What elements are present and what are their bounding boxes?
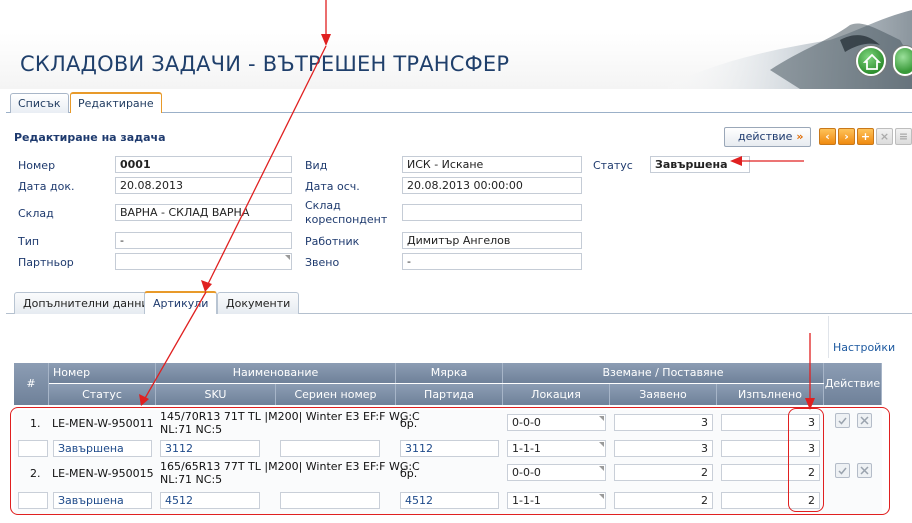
annotation-arrows	[139, 0, 815, 410]
